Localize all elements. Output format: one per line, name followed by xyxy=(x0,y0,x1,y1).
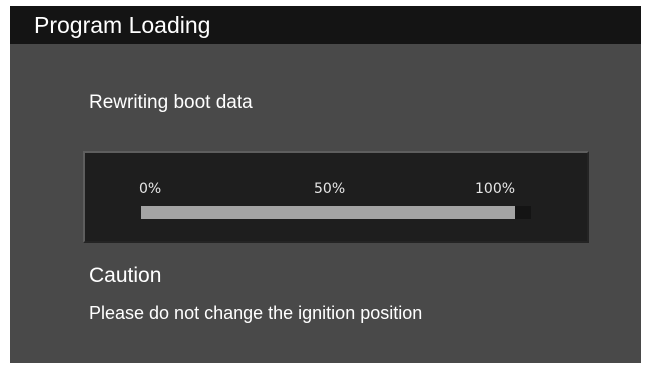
progress-bar-fill xyxy=(141,206,516,219)
caution-heading: Caution xyxy=(89,264,162,287)
program-loading-screen: Program Loading Rewriting boot data 0% 5… xyxy=(10,6,641,363)
caution-message: Please do not change the ignition positi… xyxy=(89,303,423,323)
progress-bar-track xyxy=(141,206,531,219)
progress-panel: 0% 50% 100% xyxy=(83,151,589,243)
progress-tick-50: 50% xyxy=(314,181,346,197)
status-message: Rewriting boot data xyxy=(89,92,253,113)
progress-tick-0: 0% xyxy=(139,181,162,197)
progress-tick-100: 100% xyxy=(475,181,516,197)
window-title: Program Loading xyxy=(34,12,211,38)
title-bar: Program Loading xyxy=(10,6,641,44)
